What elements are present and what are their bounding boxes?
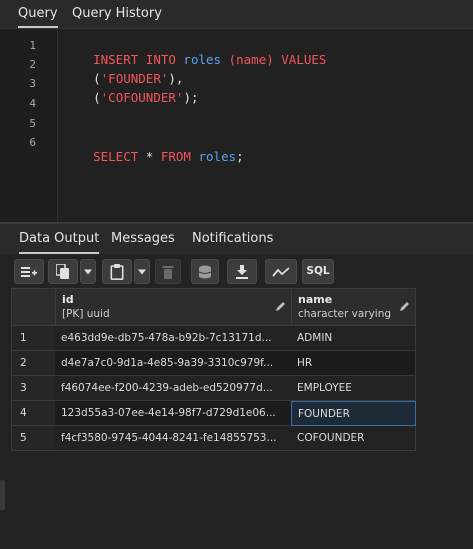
add-row-icon (21, 266, 37, 277)
name-cell[interactable]: COFOUNDER (291, 426, 416, 451)
line-number: 5 (29, 117, 36, 130)
graph-visualiser-button[interactable] (265, 259, 297, 284)
paste-icon (110, 263, 124, 280)
save-data-button[interactable] (191, 259, 219, 284)
id-cell[interactable]: e463dd9e-db75-478a-b92b-7c13171d... (55, 326, 292, 351)
name-cell-selected[interactable]: FOUNDER (291, 401, 416, 426)
copy-icon (56, 263, 69, 279)
add-row-button[interactable] (14, 259, 44, 284)
chevron-down-icon (84, 269, 92, 274)
code-token: ; (236, 149, 244, 164)
line-number-gutter: 1 2 3 4 5 6 (0, 29, 58, 223)
edit-pencil-icon[interactable] (400, 301, 410, 311)
code-token: name (236, 52, 267, 67)
column-name: name (298, 293, 333, 306)
paste-button[interactable] (102, 259, 132, 284)
table-row[interactable]: 2 d4e7a7c0-9d1a-4e85-9a39-3310c979f... H… (11, 351, 416, 376)
tab-query-history[interactable]: Query History (72, 0, 162, 28)
delete-button[interactable] (155, 259, 181, 284)
row-number[interactable]: 5 (11, 426, 56, 451)
id-cell[interactable]: d4e7a7c0-9d1a-4e85-9a39-3310c979f... (55, 351, 292, 376)
table-row[interactable]: 5 f4cf3580-9745-4044-8241-fe14855753... … (11, 426, 416, 451)
line-number: 1 (29, 39, 36, 52)
query-editor[interactable]: 1 2 3 4 5 6 INSERT INTO roles (name) VAL… (0, 28, 473, 223)
column-header-name[interactable]: name character varying (291, 288, 416, 326)
row-number-header (11, 288, 56, 326)
code-line-3: ('COFOUNDER'); (63, 75, 199, 120)
copy-button[interactable] (48, 259, 78, 284)
code-token: SELECT (93, 149, 146, 164)
line-number: 3 (29, 77, 36, 90)
scrollbar-handle[interactable] (0, 480, 5, 510)
tab-data-output[interactable]: Data Output (19, 224, 100, 254)
name-cell[interactable]: HR (291, 351, 416, 376)
paste-options-dropdown[interactable] (134, 259, 150, 284)
delete-icon (162, 265, 174, 279)
code-token: ); (183, 90, 199, 105)
code-token: roles (198, 149, 237, 164)
column-header-id[interactable]: id [PK] uuid (55, 288, 292, 326)
sql-icon: SQL (306, 265, 330, 277)
edit-pencil-icon[interactable] (276, 301, 286, 311)
column-name: id (62, 293, 74, 306)
copy-options-dropdown[interactable] (80, 259, 96, 284)
save-data-icon (198, 265, 212, 278)
row-number[interactable]: 1 (11, 326, 56, 351)
sql-button[interactable]: SQL (302, 259, 334, 284)
table-row[interactable]: 4 123d55a3-07ee-4e14-98f7-d729d1e06... F… (11, 401, 416, 426)
line-number: 2 (29, 58, 36, 71)
id-cell[interactable]: f46074ee-f200-4239-adeb-ed520977d... (55, 376, 292, 401)
download-button[interactable] (227, 259, 257, 284)
code-token: ( (221, 52, 237, 67)
line-number: 6 (29, 136, 36, 149)
code-token: 'COFOUNDER' (100, 90, 184, 105)
table-row[interactable]: 3 f46074ee-f200-4239-adeb-ed520977d... E… (11, 376, 416, 401)
code-token: roles (183, 52, 222, 67)
code-token: FROM (160, 149, 199, 164)
chevron-down-icon (138, 269, 146, 274)
tab-notifications[interactable]: Notifications (192, 224, 273, 254)
table-row[interactable]: 1 e463dd9e-db75-478a-b92b-7c13171d... AD… (11, 326, 416, 351)
code-token: ) VALUES (266, 52, 327, 67)
code-token: * (145, 149, 161, 164)
column-type: character varying (298, 308, 392, 320)
code-token: ( (93, 90, 101, 105)
id-cell[interactable]: 123d55a3-07ee-4e14-98f7-d729d1e06... (55, 401, 292, 426)
name-cell[interactable]: ADMIN (291, 326, 416, 351)
query-tab-bar: Query Query History (0, 0, 473, 28)
code-line-6: SELECT * FROM roles; (63, 134, 244, 179)
row-number[interactable]: 2 (11, 351, 56, 376)
row-number[interactable]: 3 (11, 376, 56, 401)
output-tab-bar: Data Output Messages Notifications (0, 224, 473, 254)
name-cell[interactable]: EMPLOYEE (291, 376, 416, 401)
download-icon (236, 264, 248, 279)
tab-messages[interactable]: Messages (111, 224, 175, 254)
column-type: [PK] uuid (62, 308, 110, 320)
data-output-toolbar: SQL (0, 254, 473, 288)
tab-query[interactable]: Query (18, 0, 58, 28)
row-number[interactable]: 4 (11, 401, 56, 426)
graph-icon (272, 266, 290, 277)
result-grid: id [PK] uuid name character varying 1 e4… (11, 288, 416, 452)
line-number: 4 (29, 97, 36, 110)
id-cell[interactable]: f4cf3580-9745-4044-8241-fe14855753... (55, 426, 292, 451)
